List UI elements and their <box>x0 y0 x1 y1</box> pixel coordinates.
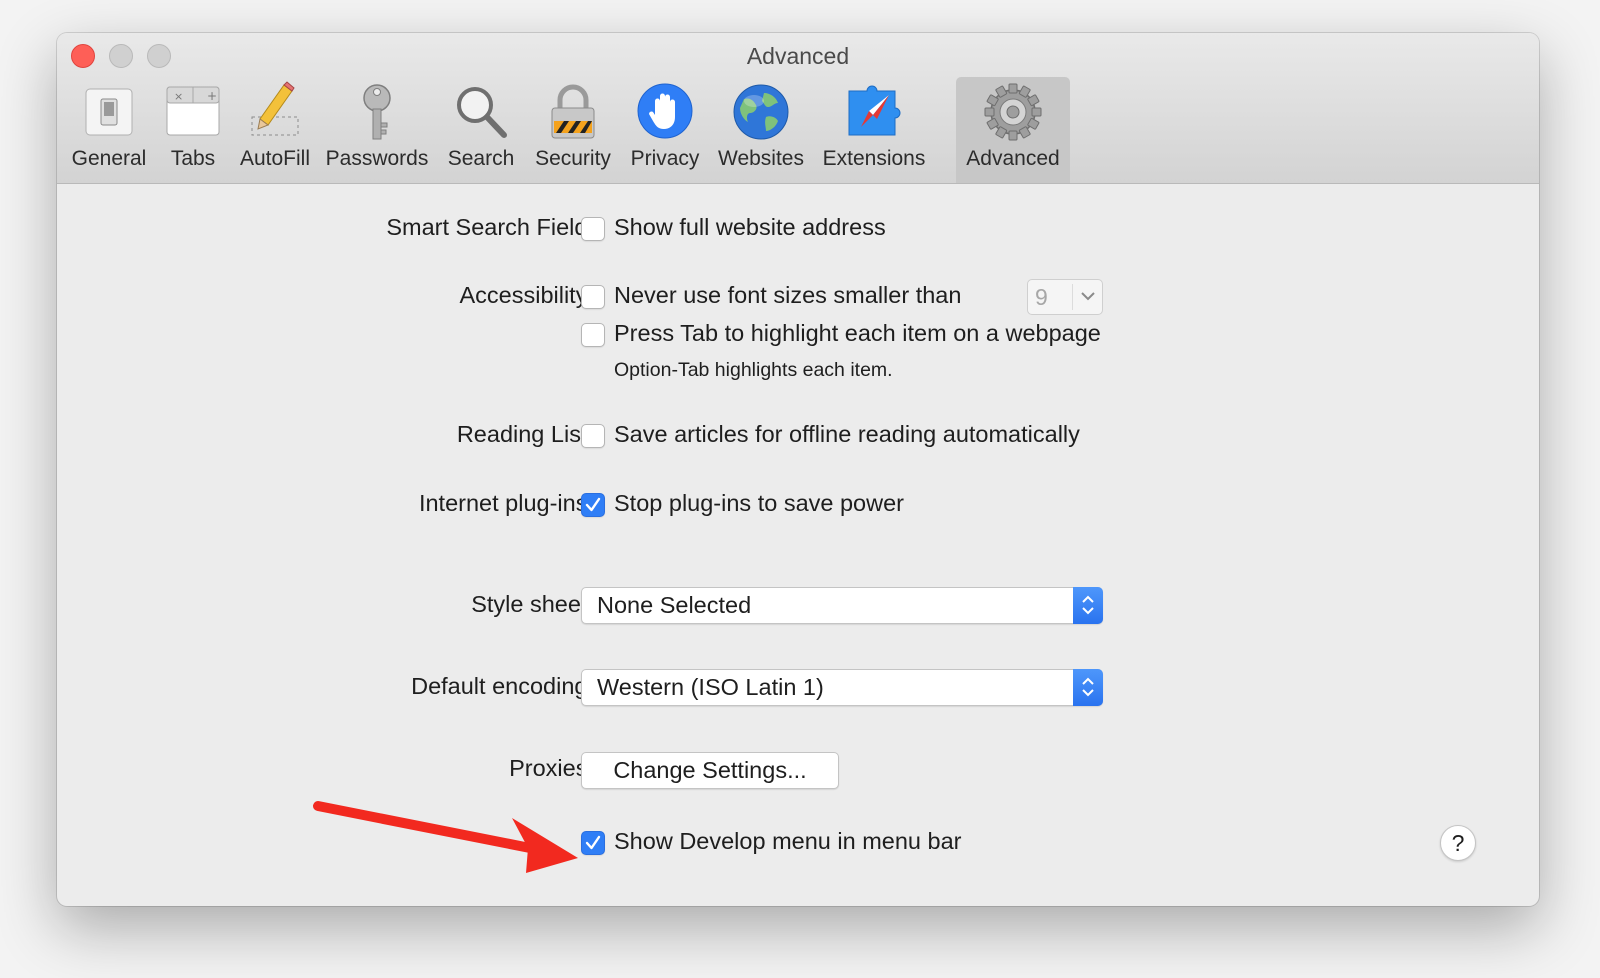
tab-advanced[interactable]: Advanced <box>956 77 1070 183</box>
general-switch-icon <box>85 88 133 136</box>
press-tab-text: Press Tab to highlight each item on a we… <box>614 320 1101 346</box>
puzzle-compass-icon <box>848 85 901 136</box>
tab-label: Extensions <box>822 147 926 170</box>
tab-label: AutoFill <box>239 147 311 170</box>
stop-plugins-text: Stop plug-ins to save power <box>614 490 904 516</box>
min-font-size-value: 9 <box>1035 284 1048 310</box>
chevron-down-icon <box>1081 292 1095 301</box>
preferences-window: Advanced General × + Tabs AutoFill Passw… <box>57 33 1539 906</box>
tab-passwords[interactable]: Passwords <box>322 77 432 183</box>
tabs-icon: × + <box>166 86 220 136</box>
stop-plugins-checkbox[interactable] <box>581 493 605 517</box>
change-settings-button[interactable]: Change Settings... <box>581 752 839 789</box>
style-sheet-label: Style sheet: <box>471 591 594 617</box>
annotation-arrow-icon <box>313 801 578 873</box>
min-font-size-checkbox[interactable] <box>581 285 605 309</box>
option-tab-note: Option-Tab highlights each item. <box>614 359 893 381</box>
checkmark-icon <box>585 497 601 512</box>
up-down-chevron-icon <box>1082 677 1094 697</box>
padlock-icon <box>551 84 595 139</box>
svg-text:+: + <box>207 89 217 103</box>
hand-icon <box>637 83 693 139</box>
tab-privacy[interactable]: Privacy <box>625 77 705 183</box>
tab-label: Websites <box>718 147 804 170</box>
style-sheet-value: None Selected <box>597 592 752 618</box>
save-offline-checkbox[interactable] <box>581 424 605 448</box>
globe-icon <box>733 84 789 140</box>
preferences-toolbar: General × + Tabs AutoFill Passwords Sear… <box>57 77 1539 183</box>
tab-label: Privacy <box>630 147 700 170</box>
show-full-address-checkbox[interactable] <box>581 217 605 241</box>
title-bar: Advanced General × + Tabs AutoFill Passw… <box>57 33 1539 184</box>
show-develop-menu-text: Show Develop menu in menu bar <box>614 828 962 854</box>
magnifier-icon <box>457 87 507 138</box>
press-tab-checkbox[interactable] <box>581 323 605 347</box>
reading-list-label: Reading List: <box>456 421 594 447</box>
popup-arrows <box>1073 669 1103 706</box>
svg-text:×: × <box>174 90 183 103</box>
tab-label: Passwords <box>325 147 429 170</box>
plugins-label: Internet plug-ins: <box>418 490 594 516</box>
tab-security[interactable]: Security <box>528 77 618 183</box>
accessibility-label: Accessibility: <box>459 282 594 308</box>
tab-label: Security <box>535 147 611 170</box>
tab-general[interactable]: General <box>66 77 152 183</box>
select-divider <box>1072 284 1073 310</box>
advanced-settings-panel: Smart Search Field: Show full website ad… <box>57 184 1539 906</box>
tab-extensions[interactable]: Extensions <box>816 77 932 183</box>
default-encoding-popup[interactable]: Western (ISO Latin 1) <box>581 669 1103 706</box>
min-font-size-text: Never use font sizes smaller than <box>614 282 962 308</box>
tab-label: General <box>71 147 147 170</box>
save-offline-text: Save articles for offline reading automa… <box>614 421 1080 447</box>
window-title: Advanced <box>746 43 850 69</box>
popup-arrows <box>1073 587 1103 624</box>
gear-icon <box>984 83 1042 141</box>
pencil-icon <box>251 81 299 136</box>
tab-label: Tabs <box>170 147 216 170</box>
up-down-chevron-icon <box>1082 595 1094 615</box>
tab-label: Search <box>447 147 515 170</box>
smart-search-label: Smart Search Field: <box>386 214 594 240</box>
tab-search[interactable]: Search <box>441 77 521 183</box>
tab-autofill[interactable]: AutoFill <box>234 77 316 183</box>
default-encoding-value: Western (ISO Latin 1) <box>597 674 824 700</box>
key-icon <box>363 84 391 140</box>
default-encoding-label: Default encoding: <box>411 673 594 699</box>
tab-websites[interactable]: Websites <box>713 77 809 183</box>
style-sheet-popup[interactable]: None Selected <box>581 587 1103 624</box>
help-button[interactable]: ? <box>1440 825 1476 861</box>
tab-label: Advanced <box>966 147 1060 170</box>
show-full-address-text: Show full website address <box>614 214 886 240</box>
tab-tabs[interactable]: × + Tabs <box>158 77 228 183</box>
min-font-size-select[interactable]: 9 <box>1027 279 1103 315</box>
